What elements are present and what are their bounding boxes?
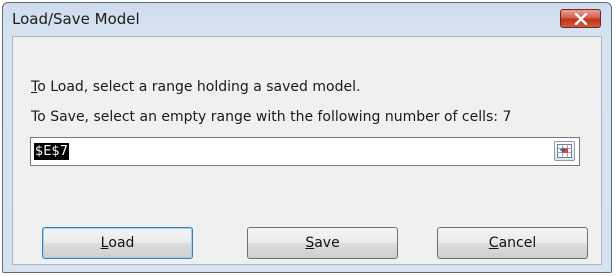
range-input[interactable]: $E$7: [30, 137, 580, 166]
load-instruction: To Load, select a range holding a saved …: [31, 79, 360, 95]
cancel-button-hotkey: C: [488, 235, 499, 251]
close-icon: [574, 12, 587, 25]
window-title: Load/Save Model: [12, 10, 140, 28]
load-button[interactable]: Load: [42, 227, 193, 259]
save-button-label: ave: [314, 235, 340, 251]
range-collapse-button[interactable]: [554, 141, 575, 161]
load-button-label: oad: [108, 235, 135, 251]
cancel-button-label: ancel: [498, 235, 537, 251]
dialog-client-area: To Load, select a range holding a saved …: [12, 36, 602, 265]
range-collapse-icon: [557, 144, 572, 158]
load-save-dialog: Load/Save Model To Load, select a range …: [2, 2, 612, 273]
save-instruction: To Save, select an empty range with the …: [31, 109, 512, 125]
load-instruction-text: o Load, select a range holding a saved m…: [37, 79, 361, 95]
save-button[interactable]: Save: [247, 227, 398, 259]
save-button-hotkey: S: [305, 235, 315, 251]
close-button[interactable]: [560, 9, 601, 28]
title-bar[interactable]: Load/Save Model: [3, 3, 611, 35]
range-input-value: $E$7: [34, 143, 70, 160]
load-button-hotkey: L: [100, 235, 109, 251]
cancel-button[interactable]: Cancel: [437, 227, 588, 259]
